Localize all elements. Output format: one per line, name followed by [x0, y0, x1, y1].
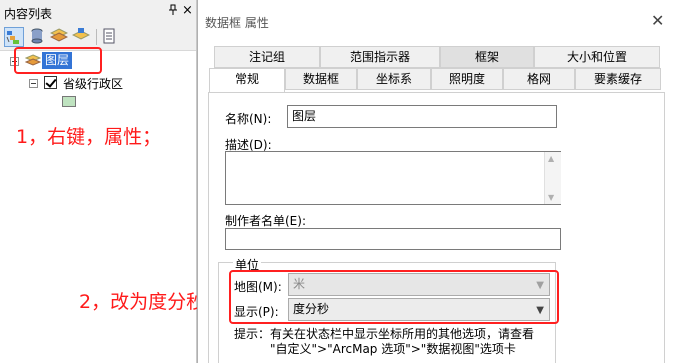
tab-frame[interactable]: 框架: [440, 46, 534, 68]
toolbar-separator: [96, 29, 97, 45]
options-icon[interactable]: [100, 27, 120, 47]
list-by-visibility-icon[interactable]: [49, 27, 70, 47]
description-textarea[interactable]: [225, 151, 561, 205]
tab-extent-indicators[interactable]: 范围指示器: [320, 46, 440, 68]
tab-coordinate-system[interactable]: 坐标系: [357, 68, 431, 90]
credits-input[interactable]: [225, 228, 561, 250]
description-scrollbar[interactable]: ▲ ▼: [544, 152, 561, 204]
polygon-symbol-swatch[interactable]: [62, 96, 76, 107]
tab-annotation-groups[interactable]: 注记组: [214, 46, 320, 68]
annotation-step1: 1，右键，属性；: [16, 126, 162, 148]
pin-icon[interactable]: [168, 4, 178, 19]
toc-title: 内容列表: [4, 7, 53, 21]
list-by-drawing-order-icon[interactable]: [4, 27, 24, 47]
tab-grids[interactable]: 格网: [503, 68, 575, 90]
tab-data-frame[interactable]: 数据框: [285, 68, 357, 90]
tab-strip: 注记组 范围指示器 框架 大小和位置 常规 数据框 坐标系 照明度 格网 要素缓…: [208, 46, 668, 96]
visibility-checkbox-province[interactable]: [44, 76, 57, 89]
name-label: 名称(N):: [225, 112, 272, 126]
credits-label: 制作者名单(E):: [225, 214, 306, 228]
highlight-box-units: [229, 270, 559, 324]
annotation-step2: 2，改为度分秒: [79, 291, 206, 313]
list-by-selection-icon[interactable]: [71, 27, 92, 47]
dialog-close-icon[interactable]: ✕: [651, 11, 664, 30]
tip-line-2: "自定义">"ArcMap 选项">"数据视图"选项卡: [270, 342, 516, 356]
highlight-box-layer: [14, 47, 102, 74]
list-by-source-icon[interactable]: [28, 27, 48, 47]
toc-title-bar: 内容列表 ×: [0, 0, 196, 24]
province-layer-label[interactable]: 省级行政区: [63, 75, 123, 92]
tab-feature-cache[interactable]: 要素缓存: [575, 68, 661, 90]
dialog-title: 数据框 属性: [205, 16, 269, 30]
tab-size-position[interactable]: 大小和位置: [534, 46, 660, 68]
tab-general[interactable]: 常规: [209, 68, 285, 92]
name-input[interactable]: 图层: [287, 105, 557, 128]
close-icon[interactable]: ×: [182, 3, 193, 18]
tab-illumination[interactable]: 照明度: [431, 68, 503, 90]
dataframe-properties-dialog: 数据框 属性 ✕ 注记组 范围指示器 框架 大小和位置 常规 数据框 坐标系 照…: [197, 0, 674, 363]
expander-province-layer[interactable]: [29, 79, 38, 88]
